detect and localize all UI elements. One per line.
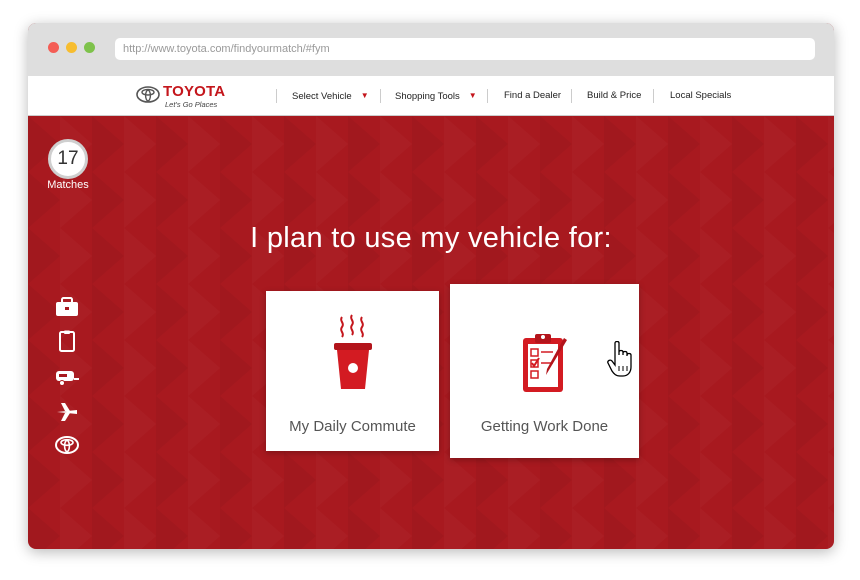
nav-divider [276, 89, 277, 103]
hand-pointer-icon [607, 341, 632, 377]
nav-select-vehicle-label: Select Vehicle [292, 91, 352, 102]
airplane-icon[interactable] [54, 401, 80, 423]
option-label: My Daily Commute [289, 418, 416, 435]
brand-tagline: Let's Go Places [165, 100, 218, 109]
toyota-emblem-icon [136, 86, 160, 103]
nav-shopping-tools[interactable]: Shopping Tools ▼ [395, 76, 477, 116]
option-label: Getting Work Done [480, 418, 609, 435]
clipboard-icon[interactable] [54, 330, 80, 352]
matches-count-badge: 17 [48, 139, 88, 179]
briefcase-icon[interactable] [54, 296, 80, 318]
camper-trailer-icon[interactable] [54, 366, 80, 388]
nav-shopping-tools-label: Shopping Tools [395, 91, 460, 102]
nav-divider [571, 89, 572, 103]
nav-find-dealer[interactable]: Find a Dealer [504, 76, 561, 116]
close-window-button[interactable] [48, 42, 59, 53]
toyota-logo-icon[interactable] [54, 434, 80, 456]
chevron-down-icon: ▼ [468, 91, 477, 100]
site-header: TOYOTA Let's Go Places Select Vehicle ▼ S… [28, 76, 834, 116]
minimize-window-button[interactable] [66, 42, 77, 53]
matches-label: Matches [47, 179, 89, 191]
browser-window: http://www.toyota.com/findyourmatch/#fym… [28, 23, 834, 549]
nav-build-price[interactable]: Build & Price [587, 76, 641, 116]
browser-toolbar: http://www.toyota.com/findyourmatch/#fym [28, 23, 834, 76]
checklist-clipboard-icon [523, 334, 567, 392]
find-your-match-panel: 17 Matches I plan to use my vehicle for:… [28, 116, 834, 549]
coffee-cup-icon [334, 314, 372, 389]
nav-local-specials[interactable]: Local Specials [670, 76, 731, 116]
option-card-daily-commute[interactable]: My Daily Commute [266, 291, 439, 451]
nav-select-vehicle[interactable]: Select Vehicle ▼ [292, 76, 369, 116]
chevron-down-icon: ▼ [360, 91, 369, 100]
maximize-window-button[interactable] [84, 42, 95, 53]
nav-divider [380, 89, 381, 103]
page-title: I plan to use my vehicle for: [250, 222, 612, 254]
address-bar[interactable]: http://www.toyota.com/findyourmatch/#fym [115, 38, 815, 60]
nav-divider [487, 89, 488, 103]
brand-name: TOYOTA [163, 83, 226, 100]
nav-divider [653, 89, 654, 103]
